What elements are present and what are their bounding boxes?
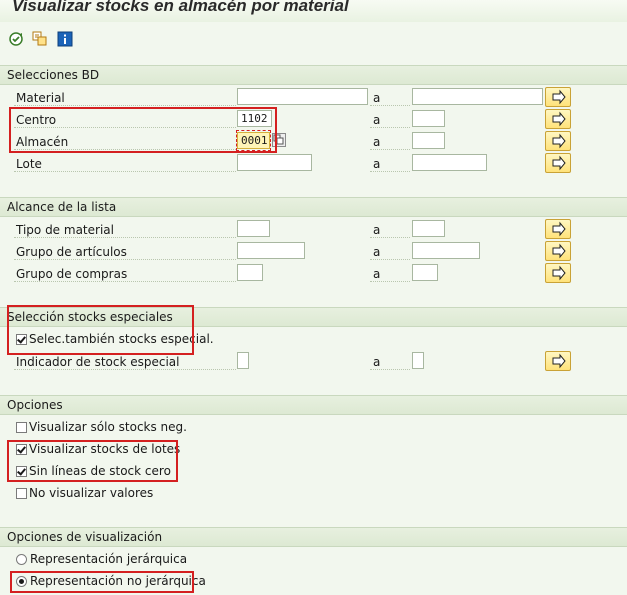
special-stocks-checkbox[interactable] [16,334,27,345]
lote-from-input[interactable] [237,154,312,171]
row-separator [14,104,236,106]
row-separator [370,368,410,370]
lote-multiple-selection-button[interactable] [545,153,571,173]
no-values-label: No visualizar valores [29,486,154,500]
indicador-stock-from-input[interactable] [237,352,249,369]
indicador-stock-to-input[interactable] [412,352,424,369]
grupo-articulos-from-input[interactable] [237,242,305,259]
indicador-stock-label: Indicador de stock especial [16,355,180,369]
copy-icon [273,134,284,145]
arrow-right-icon [552,111,566,127]
range-to-label: a [373,355,381,369]
info-icon[interactable] [57,31,73,47]
grupo-articulos-multiple-selection-button[interactable] [545,241,571,261]
arrow-right-icon [552,155,566,171]
arrow-right-icon [552,265,566,281]
section-list-scope: Alcance de la lista [0,197,627,217]
row-separator [370,148,410,150]
get-variant-icon[interactable] [32,31,48,47]
grupo-compras-multiple-selection-button[interactable] [545,263,571,283]
row-separator [14,126,236,128]
tipo-material-label: Tipo de material [16,223,114,237]
centro-to-input[interactable] [412,110,445,127]
hierarchical-label: Representación jerárquica [30,552,188,566]
batch-stocks-checkbox[interactable] [16,444,27,455]
title-bar: Visualizar stocks en almacén por materia… [0,0,627,22]
row-separator [14,236,236,238]
hierarchical-radio[interactable] [16,554,27,565]
neg-stocks-label: Visualizar sólo stocks neg. [29,420,187,434]
grupo-compras-from-input[interactable] [237,264,263,281]
arrow-right-icon [552,243,566,259]
section-special-stocks: Selección stocks especiales [0,307,627,327]
almacen-multiple-selection-button[interactable] [545,131,571,151]
almacen-from-input[interactable]: 0001 [237,132,270,149]
non-hierarchical-radio[interactable] [16,576,27,587]
application-toolbar [0,26,627,54]
neg-stocks-checkbox[interactable] [16,422,27,433]
material-label: Material [16,91,65,105]
range-to-label: a [373,113,381,127]
grupo-compras-to-input[interactable] [412,264,438,281]
special-stocks-label: Selec.también stocks especial. [29,332,214,346]
range-to-label: a [373,223,381,237]
almacen-to-input[interactable] [412,132,445,149]
grupo-articulos-to-input[interactable] [412,242,480,259]
material-from-input[interactable] [237,88,368,105]
range-to-label: a [373,267,381,281]
window-title: Visualizar stocks en almacén por materia… [12,0,349,15]
centro-multiple-selection-button[interactable] [545,109,571,129]
row-separator [370,126,410,128]
centro-from-input[interactable]: 1102 [237,110,272,127]
range-to-label: a [373,135,381,149]
material-to-input[interactable] [412,88,543,105]
arrow-right-icon [552,89,566,105]
arrow-right-icon [552,353,566,369]
row-separator [14,368,236,370]
tipo-material-to-input[interactable] [412,220,445,237]
row-separator [14,280,236,282]
arrow-right-icon [552,221,566,237]
grupo-compras-label: Grupo de compras [16,267,128,281]
tipo-material-multiple-selection-button[interactable] [545,219,571,239]
row-separator [370,170,410,172]
range-to-label: a [373,91,381,105]
row-separator [370,104,410,106]
row-separator [14,258,236,260]
no-zero-lines-checkbox[interactable] [16,466,27,477]
row-separator [370,280,410,282]
non-hierarchical-label: Representación no jerárquica [30,574,206,588]
grupo-articulos-label: Grupo de artículos [16,245,127,259]
lote-label: Lote [16,157,42,171]
lote-to-input[interactable] [412,154,487,171]
section-db-selections: Selecciones BD [0,65,627,85]
row-separator [370,258,410,260]
execute-icon[interactable] [8,31,24,47]
row-separator [14,148,236,150]
indicador-stock-multiple-selection-button[interactable] [545,351,571,371]
row-separator [14,170,236,172]
range-to-label: a [373,157,381,171]
f4-help-button[interactable] [272,133,286,147]
no-zero-lines-label: Sin líneas de stock cero [29,464,171,478]
batch-stocks-label: Visualizar stocks de lotes [29,442,181,456]
centro-label: Centro [16,113,57,127]
material-multiple-selection-button[interactable] [545,87,571,107]
tipo-material-from-input[interactable] [237,220,270,237]
section-options: Opciones [0,395,627,415]
almacen-label: Almacén [16,135,69,149]
section-display-options: Opciones de visualización [0,527,627,547]
arrow-right-icon [552,133,566,149]
range-to-label: a [373,245,381,259]
no-values-checkbox[interactable] [16,488,27,499]
row-separator [370,236,410,238]
